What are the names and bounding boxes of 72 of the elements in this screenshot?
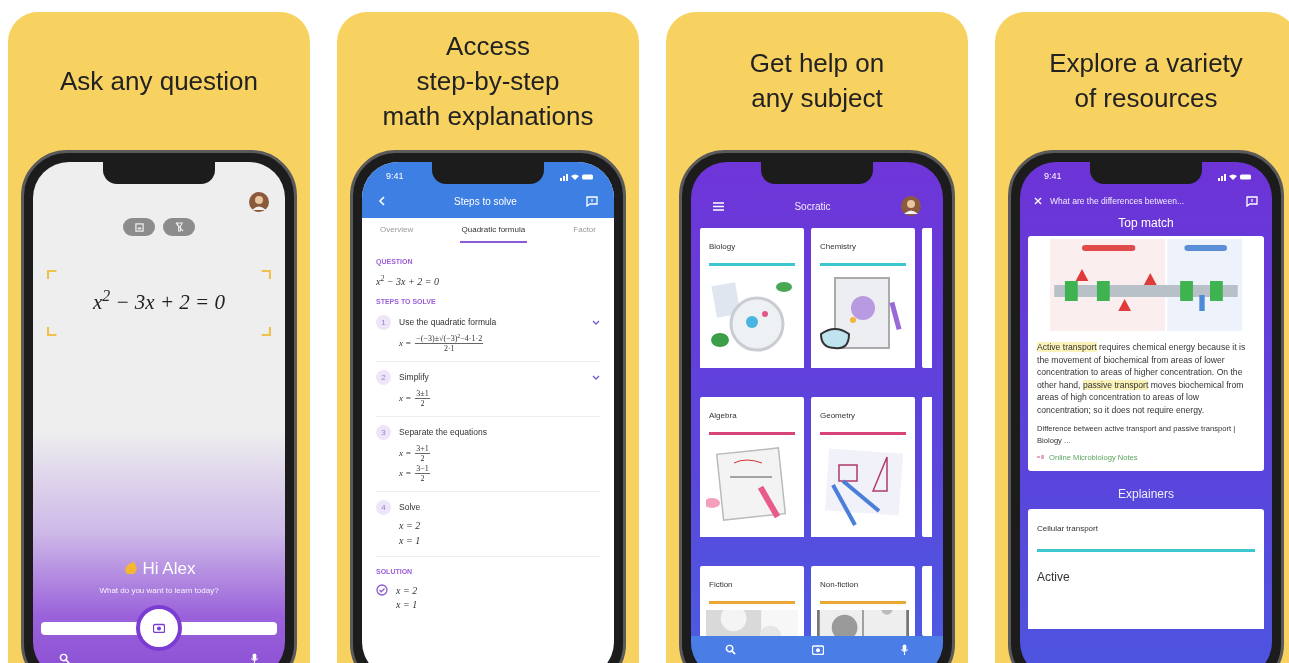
subject-title: Geometry — [819, 410, 857, 422]
chevron-down-icon[interactable] — [592, 375, 600, 380]
prompt-text: What do you want to learn today? — [98, 585, 220, 597]
flashlight-off-icon — [174, 222, 184, 232]
subject-title: Biology — [708, 241, 737, 253]
query-text: What are the differences between... — [1050, 194, 1186, 208]
status-time: 9:41 — [1044, 170, 1062, 184]
feedback-icon[interactable] — [586, 195, 598, 207]
greeting-text: Hi Alex — [142, 557, 196, 580]
math-expression: x = −(−3)±√(−3)$^{2}$−4·1·2 2·1 — [399, 334, 485, 353]
panel-heading: Ask any question — [60, 64, 258, 98]
menu-icon[interactable] — [713, 201, 724, 211]
panel-heading: Explore a variety of resources — [1049, 47, 1243, 115]
step-title: Solve — [399, 501, 422, 514]
subject-title: Fiction — [708, 579, 734, 591]
app-title: Socratic — [794, 199, 831, 214]
screen-title: Steps to solve — [454, 194, 517, 209]
close-icon[interactable] — [1034, 197, 1042, 205]
subject-card[interactable]: Geometry — [811, 397, 915, 537]
microphone-icon[interactable] — [250, 653, 259, 663]
camera-icon — [153, 623, 165, 633]
viewfinder-frame-icon — [47, 270, 271, 336]
step-number: 4 — [376, 500, 391, 515]
step-number: 1 — [376, 315, 391, 330]
math-expression: x = 1 — [399, 534, 422, 548]
camera-button[interactable] — [136, 605, 182, 651]
subject-card[interactable]: Algebra — [700, 397, 804, 537]
gallery-button[interactable] — [123, 218, 155, 236]
search-icon[interactable] — [725, 644, 736, 655]
step-title: Separate the equations — [399, 426, 488, 439]
subject-card[interactable]: Non-fiction — [811, 566, 915, 636]
explainer-card[interactable]: Cellular transport Active — [1028, 508, 1264, 629]
equation-text: x$^{2}$ − 3x + 2 = 0 — [92, 287, 225, 317]
chevron-down-icon[interactable] — [592, 320, 600, 325]
subject-title: Algebra — [708, 410, 738, 422]
section-heading: Top match — [1117, 215, 1175, 232]
subject-card[interactable]: Fiction — [700, 566, 804, 636]
link-icon — [1037, 455, 1044, 460]
question-equation: x$^{2}$ − 3x + 2 = 0 — [376, 273, 440, 289]
section-heading: Explainers — [1117, 485, 1175, 503]
step-number: 2 — [376, 370, 391, 385]
step-title: Use the quadratic formula — [399, 316, 498, 329]
step-number: 3 — [376, 425, 391, 440]
avatar-icon[interactable] — [249, 192, 269, 212]
subject-title: Chemistry — [819, 241, 857, 253]
explainer-title: Cellular transport — [1037, 522, 1099, 535]
tab[interactable]: Quadratic formula — [459, 224, 528, 243]
panel-heading: Get help on any subject — [749, 47, 885, 115]
feedback-icon[interactable] — [1246, 195, 1258, 207]
math-expression: x = 2 — [396, 583, 418, 598]
search-icon[interactable] — [59, 653, 70, 663]
status-icons — [560, 173, 594, 181]
step-title: Simplify — [399, 371, 430, 384]
image-icon — [134, 222, 144, 232]
answer-paragraph: Active transport requires chemical energy because it is the movement of biochemical from areas of lower concentration to areas of higher concentration. On the other hand, passive transport moves biochemical from areas of high concentration to areas of low concentration; so it does not require energy. — [1036, 341, 1247, 417]
avatar-icon[interactable] — [901, 196, 921, 216]
check-circle-icon — [376, 583, 388, 596]
subject-title: Non-fiction — [819, 579, 860, 591]
microphone-icon[interactable] — [900, 644, 909, 655]
panel-heading: Access step-by-step math explanations — [382, 29, 594, 133]
subject-card[interactable]: Chemistry — [811, 228, 915, 368]
back-icon[interactable] — [378, 196, 385, 206]
explainer-heading: Active — [1037, 568, 1071, 586]
camera-icon[interactable] — [812, 644, 824, 655]
card-background — [922, 566, 932, 636]
subject-card[interactable]: Biology — [700, 228, 804, 368]
math-expression: x = 2 — [399, 519, 422, 533]
status-icons — [1218, 173, 1252, 181]
status-time: 9:41 — [386, 170, 404, 184]
math-expression: x = 1 — [396, 597, 418, 612]
flashlight-button[interactable] — [163, 218, 195, 236]
waving-hand-icon — [122, 560, 139, 577]
